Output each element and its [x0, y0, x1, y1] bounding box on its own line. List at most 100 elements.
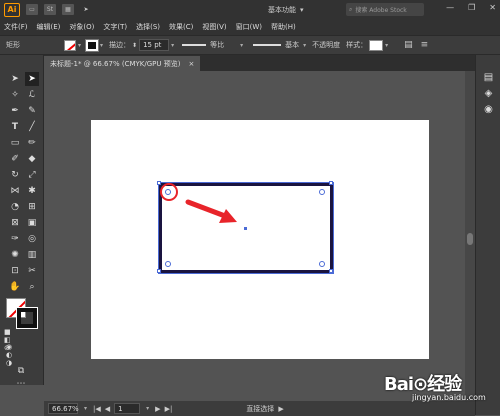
- draw-mode-icon[interactable]: ◉ ◐ ◑: [6, 343, 20, 367]
- brush-definition[interactable]: 基本: [253, 40, 301, 50]
- menu-type[interactable]: 文字(T): [103, 22, 127, 32]
- opacity-label[interactable]: 不透明度: [312, 40, 340, 50]
- puppet-warp-tool-icon[interactable]: ✱: [25, 184, 39, 198]
- close-tab-icon[interactable]: ×: [188, 60, 194, 68]
- gradient-tool-icon[interactable]: ▣: [25, 216, 39, 230]
- graphic-style-swatch[interactable]: [369, 39, 384, 51]
- object-type-label: 矩形: [6, 41, 20, 49]
- variable-width-profile[interactable]: 等比: [182, 40, 238, 50]
- first-artboard-icon[interactable]: |◀: [93, 405, 101, 413]
- perspective-grid-tool-icon[interactable]: ⊞: [25, 200, 39, 214]
- menu-effect[interactable]: 效果(C): [169, 22, 193, 32]
- menu-object[interactable]: 对象(O): [69, 22, 94, 32]
- blend-tool-icon[interactable]: ◎: [25, 232, 39, 246]
- chevron-down-icon: ▾: [300, 5, 304, 14]
- stroke-label[interactable]: 描边：: [109, 40, 130, 50]
- minimize-icon[interactable]: —: [446, 3, 454, 12]
- stroke-weight-field[interactable]: 15 pt: [139, 39, 170, 51]
- more-options-icon[interactable]: ≡: [421, 40, 429, 50]
- send-icon[interactable]: ➤: [80, 4, 92, 15]
- zoom-tool-icon[interactable]: ⌕: [25, 280, 39, 294]
- column-graph-tool-icon[interactable]: ▥: [25, 248, 39, 262]
- eraser-tool-icon[interactable]: ◆: [25, 152, 39, 166]
- menu-edit[interactable]: 编辑(E): [37, 22, 61, 32]
- hand-tool-icon[interactable]: ✋: [8, 280, 22, 294]
- stroke-color-swatch[interactable]: [16, 307, 38, 329]
- screen-mode-icon[interactable]: ⧉: [14, 364, 28, 378]
- slice-tool-icon[interactable]: ✂: [25, 264, 39, 278]
- magic-wand-tool-icon[interactable]: ✧: [8, 88, 22, 102]
- curvature-tool-icon[interactable]: ✎: [25, 104, 39, 118]
- chevron-down-icon[interactable]: ▾: [78, 42, 81, 49]
- artboard-number-field[interactable]: 1: [114, 403, 141, 414]
- chevron-down-icon[interactable]: ▾: [240, 42, 243, 49]
- scale-tool-icon[interactable]: ⤢: [25, 168, 39, 182]
- rotate-tool-icon[interactable]: ↻: [8, 168, 22, 182]
- zoom-field[interactable]: 66.67%: [48, 403, 79, 414]
- corner-widget-bottom-left[interactable]: [165, 261, 171, 267]
- corner-widget-bottom-right[interactable]: [319, 261, 325, 267]
- layers-panel-icon[interactable]: ◈: [482, 87, 495, 100]
- mesh-tool-icon[interactable]: ⊠: [8, 216, 22, 230]
- pen-tool-icon[interactable]: ✒: [8, 104, 22, 118]
- status-menu-icon[interactable]: ▶: [278, 405, 283, 413]
- type-tool-icon[interactable]: T: [8, 120, 22, 134]
- maximize-icon[interactable]: ❐: [468, 3, 475, 12]
- stock-icon[interactable]: St: [44, 4, 56, 15]
- menu-file[interactable]: 文件(F): [4, 22, 28, 32]
- corner-widget-top-right[interactable]: [319, 189, 325, 195]
- workspace-switcher[interactable]: 基本功能 ▾: [268, 4, 332, 15]
- lasso-tool-icon[interactable]: ℒ: [25, 88, 39, 102]
- chevron-down-icon[interactable]: ▾: [100, 42, 103, 49]
- document-tab-bar: 未标题-1* @ 66.67% (CMYK/GPU 预览) ×: [44, 55, 475, 71]
- anchor-top-right[interactable]: [329, 181, 333, 185]
- line-tool-icon[interactable]: ╱: [25, 120, 39, 134]
- document-tab[interactable]: 未标题-1* @ 66.67% (CMYK/GPU 预览) ×: [44, 56, 201, 71]
- menu-help[interactable]: 帮助(H): [271, 22, 296, 32]
- chevron-down-icon[interactable]: ▾: [385, 42, 388, 49]
- shaper-tool-icon[interactable]: ✐: [8, 152, 22, 166]
- menu-select[interactable]: 选择(S): [136, 22, 160, 32]
- chevron-down-icon[interactable]: ▾: [84, 405, 87, 412]
- bridge-icon[interactable]: ▭: [26, 4, 38, 15]
- libraries-panel-icon[interactable]: ◉: [482, 103, 495, 116]
- chevron-down-icon[interactable]: ▾: [171, 42, 174, 49]
- fill-stroke-widget[interactable]: [6, 298, 40, 329]
- fill-swatch[interactable]: [64, 39, 76, 51]
- artboard-tool-icon[interactable]: ⊡: [8, 264, 22, 278]
- selection-tool-icon[interactable]: ➤: [8, 72, 22, 86]
- status-bar: 66.67% ▾ |◀ ◀ 1 ▾ ▶ ▶| 直接选择 ▶: [44, 401, 475, 416]
- title-bar: Ai ▭ St ▦ ➤ 基本功能 ▾ ⌕ 搜索 Adobe Stock — ❐ …: [0, 0, 500, 19]
- rectangle-tool-icon[interactable]: ▭: [8, 136, 22, 150]
- next-artboard-icon[interactable]: ▶: [155, 405, 160, 413]
- last-artboard-icon[interactable]: ▶|: [165, 405, 173, 413]
- close-icon[interactable]: ✕: [489, 3, 496, 12]
- shape-builder-tool-icon[interactable]: ◔: [8, 200, 22, 214]
- chevron-down-icon[interactable]: ▾: [303, 42, 306, 49]
- scroll-thumb[interactable]: [467, 233, 473, 245]
- stroke-stepper-icon[interactable]: ⬍: [132, 42, 137, 49]
- chevron-down-icon[interactable]: ▾: [146, 405, 149, 412]
- zoom-value: 66.67%: [52, 404, 79, 413]
- window-controls: — ❐ ✕: [446, 3, 496, 12]
- menu-window[interactable]: 窗口(W): [236, 22, 262, 32]
- vertical-scrollbar[interactable]: [465, 71, 475, 401]
- eyedropper-tool-icon[interactable]: ✑: [8, 232, 22, 246]
- stroke-swatch[interactable]: [86, 39, 99, 51]
- arrange-documents-icon[interactable]: ▦: [62, 4, 74, 15]
- more-tools-icon[interactable]: ⋯: [14, 377, 28, 391]
- properties-panel-icon[interactable]: ▤: [482, 71, 495, 84]
- anchor-bottom-left[interactable]: [157, 269, 161, 273]
- anchor-top-left[interactable]: [157, 181, 161, 185]
- workspace-label: 基本功能: [268, 5, 296, 14]
- symbol-sprayer-tool-icon[interactable]: ✺: [8, 248, 22, 262]
- paintbrush-tool-icon[interactable]: ✏: [25, 136, 39, 150]
- anchor-bottom-right[interactable]: [329, 269, 333, 273]
- previous-artboard-icon[interactable]: ◀: [105, 405, 110, 413]
- stock-search[interactable]: ⌕ 搜索 Adobe Stock: [346, 3, 424, 16]
- direct-selection-tool-icon[interactable]: ➤: [25, 72, 39, 86]
- align-icon[interactable]: ▤: [404, 40, 413, 50]
- width-tool-icon[interactable]: ⋈: [8, 184, 22, 198]
- current-tool-label: 直接选择: [246, 404, 275, 413]
- menu-view[interactable]: 视图(V): [202, 22, 226, 32]
